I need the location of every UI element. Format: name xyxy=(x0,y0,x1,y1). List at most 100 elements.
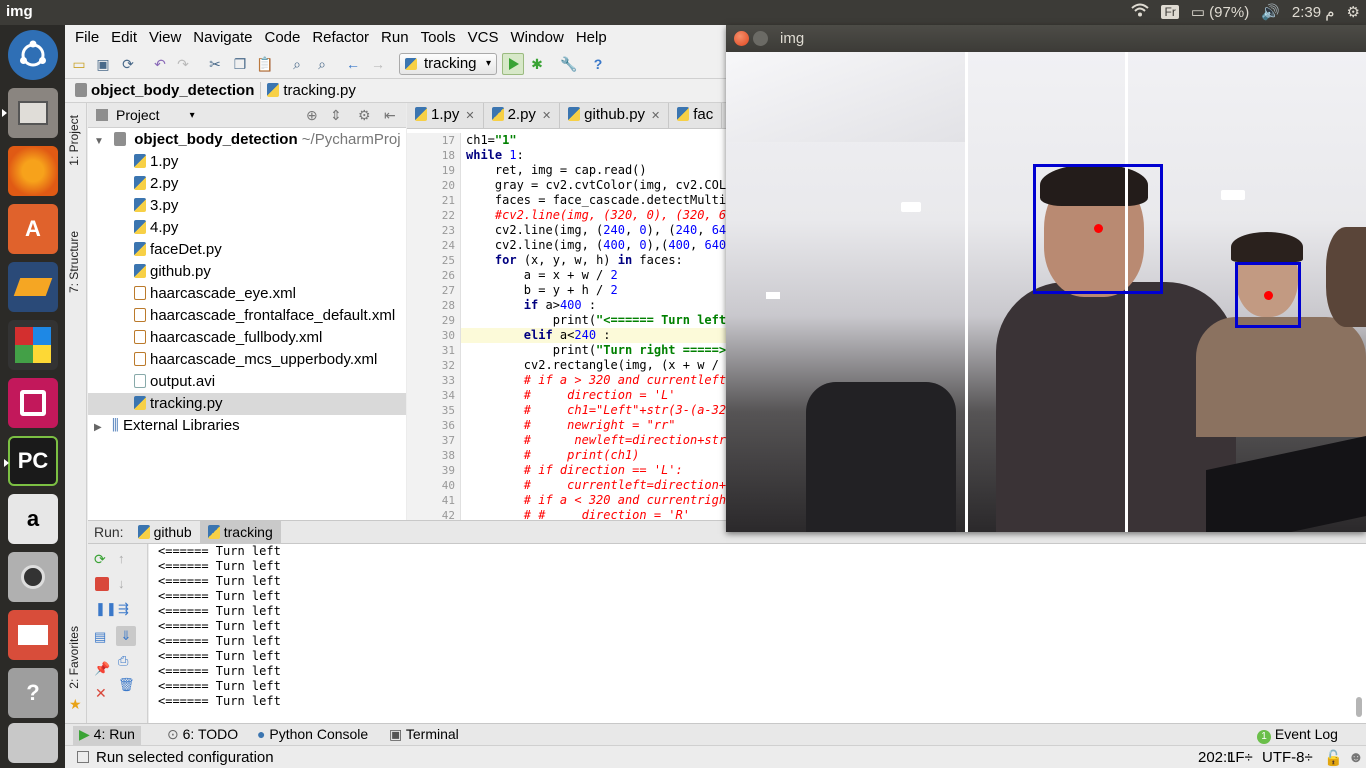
run-configuration-select[interactable]: tracking ▾ xyxy=(399,53,497,75)
scanner-icon[interactable] xyxy=(8,723,58,763)
breadcrumb-project[interactable]: object_body_detection xyxy=(75,82,262,99)
menu-file[interactable]: File xyxy=(69,29,105,46)
menu-refactor[interactable]: Refactor xyxy=(306,29,375,46)
close-icon[interactable]: ✕ xyxy=(651,110,660,122)
run-console-output[interactable]: <====== Turn left <====== Turn left <===… xyxy=(149,544,1366,723)
tool-terminal-button[interactable]: ▣ Terminal xyxy=(389,726,459,743)
tree-file[interactable]: haarcascade_mcs_upperbody.xml xyxy=(88,349,406,371)
clock[interactable]: 2:39 م xyxy=(1292,3,1335,21)
tree-file[interactable]: 1.py xyxy=(88,151,406,173)
tool-python-console-button[interactable]: ● Python Console xyxy=(257,726,368,742)
tree-file[interactable]: haarcascade_frontalface_default.xml xyxy=(88,305,406,327)
copy-icon[interactable]: ❐ xyxy=(231,55,249,73)
tab-structure[interactable]: 7: Structure xyxy=(67,231,81,293)
battery-indicator[interactable]: ▭ (97%) xyxy=(1191,3,1249,21)
menu-view[interactable]: View xyxy=(143,29,187,46)
libreoffice-icon[interactable] xyxy=(8,320,58,370)
debug-icon[interactable]: ✱ xyxy=(528,55,546,73)
soft-wrap-icon[interactable]: ⇶ xyxy=(118,602,132,616)
menu-navigate[interactable]: Navigate xyxy=(187,29,258,46)
tab-2-py[interactable]: 2.py ✕ xyxy=(484,103,561,129)
minimize-window-button[interactable] xyxy=(753,31,768,46)
menu-run[interactable]: Run xyxy=(375,29,415,46)
tab-project[interactable]: 1: Project xyxy=(67,115,81,166)
tree-external-libraries[interactable]: ▶ ⫼ External Libraries xyxy=(88,415,406,437)
volume-icon[interactable]: 🔊 xyxy=(1261,3,1280,21)
tree-file[interactable]: 2.py xyxy=(88,173,406,195)
trash-icon[interactable]: 🗑 xyxy=(118,678,135,692)
undo-icon[interactable]: ↶ xyxy=(151,55,169,73)
print-icon[interactable]: ⎙ xyxy=(118,654,132,668)
gear-icon[interactable]: ⚙ xyxy=(358,107,371,124)
presentation-app-icon[interactable] xyxy=(8,610,58,660)
wifi-icon[interactable] xyxy=(1131,3,1150,21)
tab-facedet-py[interactable]: fac xyxy=(669,103,723,129)
hide-panel-icon[interactable]: ⇤ xyxy=(384,107,396,124)
tool-run-button[interactable]: ▶ 4: Run xyxy=(73,726,141,745)
cut-icon[interactable]: ✂ xyxy=(206,55,224,73)
files-icon[interactable] xyxy=(2,88,58,138)
line-separator[interactable]: LF÷ xyxy=(1227,749,1253,766)
run-tab-github[interactable]: github xyxy=(130,521,200,544)
console-scrollbar[interactable] xyxy=(1356,697,1362,717)
replace-icon[interactable]: ⌕ xyxy=(313,55,331,73)
settings-wrench-icon[interactable]: 🔧 xyxy=(560,55,578,73)
help-icon[interactable]: ? xyxy=(8,668,58,718)
breadcrumb-file[interactable]: tracking.py xyxy=(267,82,356,99)
save-all-icon[interactable]: ▣ xyxy=(94,55,112,73)
open-folder-icon[interactable]: ▭ xyxy=(70,55,88,73)
image-window-titlebar[interactable]: img xyxy=(726,25,1366,52)
menu-help[interactable]: Help xyxy=(570,29,613,46)
tree-root-folder[interactable]: ▼ object_body_detection ~/PycharmProj xyxy=(88,129,406,151)
firefox-icon[interactable] xyxy=(8,146,58,196)
code-editor[interactable]: 1.py ✕ 2.py ✕ github.py ✕ fac 17 18 19 20 2… xyxy=(407,103,727,520)
collapse-icon[interactable]: ⇕ xyxy=(330,107,342,124)
software-center-icon[interactable]: A xyxy=(8,204,58,254)
tree-file[interactable]: github.py xyxy=(88,261,406,283)
lock-icon[interactable]: 🔓 xyxy=(1324,749,1343,767)
inspector-icon[interactable]: ☻ xyxy=(1348,749,1364,766)
camera-app-icon[interactable] xyxy=(8,552,58,602)
close-window-button[interactable] xyxy=(734,31,749,46)
menu-window[interactable]: Window xyxy=(504,29,569,46)
box-app-icon[interactable] xyxy=(8,262,58,312)
tree-file[interactable]: 4.py xyxy=(88,217,406,239)
layout-icon[interactable]: ▤ xyxy=(94,630,108,644)
menu-code[interactable]: Code xyxy=(258,29,306,46)
down-arrow-icon[interactable]: ↓ xyxy=(118,577,132,591)
find-icon[interactable]: ⌕ xyxy=(288,55,306,73)
chevron-down-icon[interactable]: ▾ xyxy=(190,110,195,121)
forward-icon[interactable]: → xyxy=(369,55,387,73)
up-arrow-icon[interactable]: ↑ xyxy=(118,552,132,566)
event-log-button[interactable]: 1 Event Log xyxy=(1257,726,1338,744)
amazon-icon[interactable]: a xyxy=(8,494,58,544)
help-question-icon[interactable]: ? xyxy=(589,55,607,73)
menu-tools[interactable]: Tools xyxy=(415,29,462,46)
project-view-select[interactable]: Project xyxy=(116,107,160,123)
tree-file[interactable]: faceDet.py xyxy=(88,239,406,261)
tab-1-py[interactable]: 1.py ✕ xyxy=(407,103,484,129)
pin-icon[interactable]: 📌 xyxy=(94,662,110,676)
keyboard-layout-indicator[interactable]: Fr xyxy=(1161,5,1179,19)
pause-icon[interactable]: ❚❚ xyxy=(95,602,117,616)
status-window-icon[interactable] xyxy=(77,751,89,763)
tree-file[interactable]: haarcascade_fullbody.xml xyxy=(88,327,406,349)
tree-file[interactable]: haarcascade_eye.xml xyxy=(88,283,406,305)
tab-github-py[interactable]: github.py ✕ xyxy=(560,103,670,129)
menu-edit[interactable]: Edit xyxy=(105,29,143,46)
run-tab-tracking[interactable]: tracking xyxy=(199,520,281,544)
run-button[interactable] xyxy=(502,53,524,75)
rerun-icon[interactable]: ⟳ xyxy=(94,552,108,566)
tree-file[interactable]: output.avi xyxy=(88,371,406,393)
tool-todo-button[interactable]: ⊙ 6: TODO xyxy=(167,726,238,743)
back-icon[interactable]: ← xyxy=(344,55,362,73)
record-app-icon[interactable] xyxy=(8,378,58,428)
tree-file-selected[interactable]: tracking.py xyxy=(88,393,406,415)
paste-icon[interactable]: 📋 xyxy=(256,55,274,73)
close-icon[interactable]: ✕ xyxy=(465,110,474,122)
tab-favorites[interactable]: 2: Favorites xyxy=(67,626,81,689)
pycharm-icon[interactable]: PC xyxy=(4,436,58,486)
gear-icon[interactable]: ⚙ xyxy=(1347,3,1360,21)
sync-icon[interactable]: ⟳ xyxy=(119,55,137,73)
ubuntu-dash-icon[interactable] xyxy=(8,30,58,80)
